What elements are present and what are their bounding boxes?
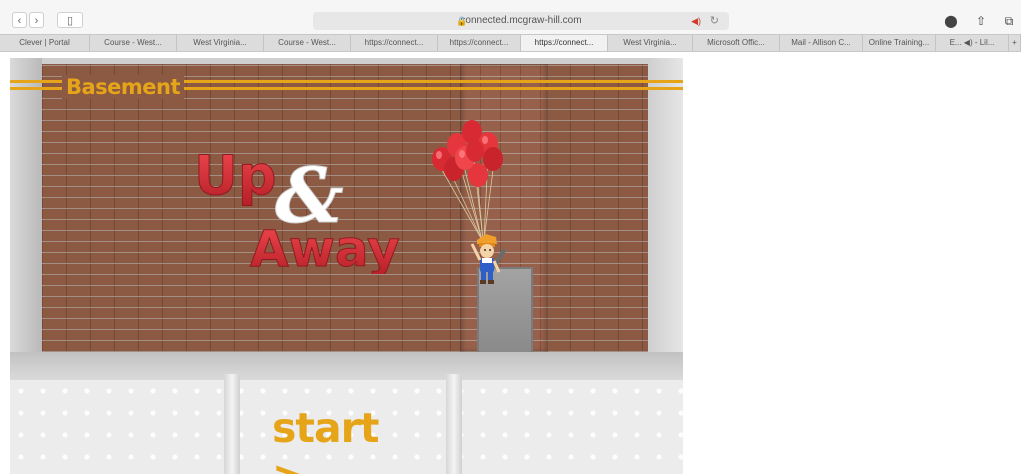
tab-west-virginia-2[interactable]: West Virginia... — [608, 35, 693, 51]
balloon-character — [432, 120, 503, 284]
tab-microsoft-office[interactable]: Microsoft Offic... — [693, 35, 780, 51]
tabs-overview-icon[interactable]: ⧉ — [1000, 12, 1018, 30]
address-bar[interactable]: 🔒 connected.mcgraw-hill.com ◀) ↻ — [313, 12, 729, 30]
shield-icon[interactable]: ⬤ — [942, 12, 960, 30]
tab-connect-active[interactable]: https://connect... — [521, 35, 608, 51]
wall-post-left — [224, 374, 240, 474]
tab-course-west-1[interactable]: Course - West... — [90, 35, 177, 51]
wall-post-right — [446, 374, 462, 474]
lock-icon: 🔒 — [456, 16, 468, 26]
browser-toolbar: ‹ › ▯ 🔒 connected.mcgraw-hill.com ◀) ↻ ⬤… — [0, 0, 1021, 34]
tab-clever[interactable]: Clever | Portal — [0, 35, 90, 51]
tab-course-west-2[interactable]: Course - West... — [264, 35, 351, 51]
address-url: connected.mcgraw-hill.com — [460, 15, 582, 26]
tab-bar: Clever | Portal Course - West... West Vi… — [0, 34, 1021, 52]
character — [470, 234, 501, 284]
sound-icon[interactable]: ◀) — [691, 12, 701, 30]
back-button[interactable]: ‹ — [12, 12, 27, 28]
tab-mail[interactable]: Mail - Allison C... — [780, 35, 863, 51]
tab-audio-playing[interactable]: E... ◀) - Lil... — [936, 35, 1009, 51]
forward-button[interactable]: › — [29, 12, 44, 28]
sidebar-icon: ▯ — [66, 15, 74, 27]
share-icon[interactable]: ⇧ — [972, 12, 990, 30]
chevron-right-icon: › — [34, 15, 39, 27]
start-button[interactable]: start > — [272, 404, 422, 474]
tab-connect-1[interactable]: https://connect... — [351, 35, 438, 51]
floor-ledge — [10, 352, 683, 382]
sidebar-button[interactable]: ▯ — [57, 12, 83, 28]
chevron-left-icon: ‹ — [17, 15, 22, 27]
new-tab-button[interactable]: + — [1009, 35, 1021, 51]
tab-west-virginia-1[interactable]: West Virginia... — [177, 35, 264, 51]
game-canvas: Basement Up & Away start — [10, 58, 683, 474]
tab-connect-2[interactable]: https://connect... — [438, 35, 521, 51]
tab-online-training[interactable]: Online Training... — [863, 35, 936, 51]
reload-icon[interactable]: ↻ — [710, 12, 719, 30]
